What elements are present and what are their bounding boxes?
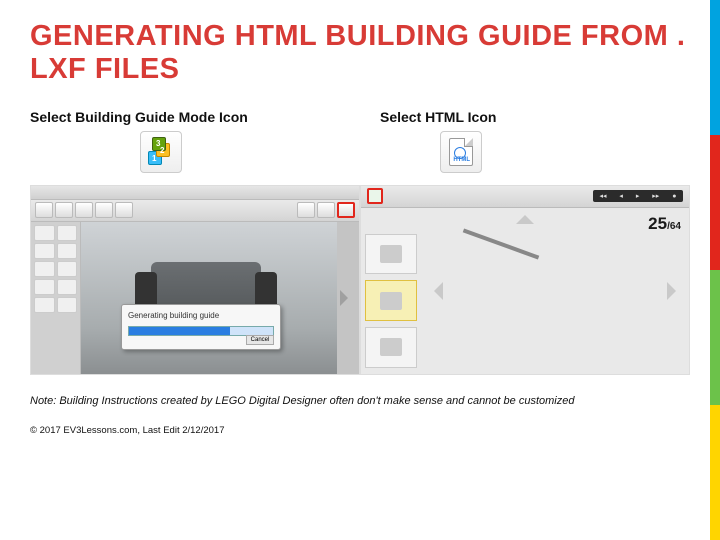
- tool-button[interactable]: [35, 202, 53, 218]
- prev-icon[interactable]: ◂: [619, 192, 623, 200]
- html-export-button[interactable]: [367, 188, 383, 204]
- building-guide-mode-button[interactable]: [337, 202, 355, 218]
- right-column: Select HTML Icon HTML: [380, 109, 690, 183]
- stripe-blue: [710, 0, 720, 135]
- record-icon[interactable]: ●: [672, 193, 676, 200]
- tool-button[interactable]: [115, 202, 133, 218]
- footnote: Note: Building Instructions created by L…: [30, 395, 690, 407]
- axle-icon: [463, 228, 540, 259]
- right-rail: [337, 222, 359, 374]
- titlebar: [31, 186, 359, 200]
- accent-stripe: [710, 0, 720, 540]
- stripe-yellow: [710, 405, 720, 540]
- screenshots-row: Generating building guide Cancel ◂◂ ◂ ▸: [30, 185, 690, 375]
- palette-item[interactable]: [57, 279, 78, 295]
- build-canvas[interactable]: Generating building guide Cancel: [81, 222, 337, 374]
- part-preview: [451, 228, 571, 308]
- ldd-body: Generating building guide Cancel: [31, 222, 359, 374]
- tool-button[interactable]: [95, 202, 113, 218]
- tool-button[interactable]: [317, 202, 335, 218]
- step-thumb-selected[interactable]: [365, 280, 417, 321]
- palette-item[interactable]: [34, 279, 55, 295]
- tool-button[interactable]: [75, 202, 93, 218]
- stacked-bricks-icon: 123: [146, 137, 176, 167]
- palette-item[interactable]: [34, 243, 55, 259]
- html-file-icon: HTML: [449, 138, 473, 166]
- palette-item[interactable]: [57, 261, 78, 277]
- page-title: GENERATING HTML BUILDING GUIDE FROM . LX…: [30, 20, 690, 87]
- palette-item[interactable]: [34, 297, 55, 313]
- screenshot-instructions: ◂◂ ◂ ▸ ▸▸ ● 25/64: [360, 185, 690, 375]
- parts-palette[interactable]: [31, 222, 81, 374]
- stripe-green: [710, 270, 720, 405]
- step-current: 25: [648, 214, 667, 233]
- step-thumb[interactable]: [365, 327, 417, 368]
- bi-main[interactable]: 25/64: [361, 208, 689, 374]
- bi-body: 25/64: [361, 208, 689, 374]
- palette-item[interactable]: [57, 243, 78, 259]
- toolbar: [31, 200, 359, 222]
- step-counter: 25/64: [648, 214, 681, 234]
- playback-controls: ◂◂ ◂ ▸ ▸▸ ●: [593, 190, 683, 202]
- dialog-text: Generating building guide: [128, 311, 274, 320]
- play-icon[interactable]: ▸: [636, 192, 640, 200]
- columns: Select Building Guide Mode Icon 123 Sele…: [30, 109, 690, 183]
- chevron-right-icon[interactable]: [340, 290, 356, 306]
- prev-step-icon[interactable]: [425, 282, 443, 300]
- rewind-icon[interactable]: ◂◂: [599, 192, 606, 200]
- next-step-icon[interactable]: [667, 282, 685, 300]
- slide: GENERATING HTML BUILDING GUIDE FROM . LX…: [0, 0, 720, 540]
- building-guide-mode-icon[interactable]: 123: [140, 131, 182, 173]
- stripe-red: [710, 135, 720, 270]
- right-column-heading: Select HTML Icon: [380, 109, 690, 125]
- palette-item[interactable]: [34, 261, 55, 277]
- tool-button[interactable]: [297, 202, 315, 218]
- screenshot-ldd: Generating building guide Cancel: [30, 185, 360, 375]
- copyright: © 2017 EV3Lessons.com, Last Edit 2/12/20…: [30, 425, 690, 436]
- left-column: Select Building Guide Mode Icon 123: [30, 109, 340, 183]
- step-total: /64: [667, 221, 681, 232]
- palette-item[interactable]: [34, 225, 55, 241]
- cancel-button[interactable]: Cancel: [246, 335, 274, 345]
- camera-up-icon[interactable]: [516, 206, 534, 224]
- ff-icon[interactable]: ▸▸: [652, 192, 659, 200]
- left-column-heading: Select Building Guide Mode Icon: [30, 109, 340, 125]
- step-thumb[interactable]: [365, 234, 417, 275]
- html-export-icon[interactable]: HTML: [440, 131, 482, 173]
- palette-item[interactable]: [57, 297, 78, 313]
- palette-item[interactable]: [57, 225, 78, 241]
- tool-button[interactable]: [55, 202, 73, 218]
- progress-dialog: Generating building guide Cancel: [121, 304, 281, 350]
- step-thumbnails: [365, 234, 425, 368]
- bi-toolbar: ◂◂ ◂ ▸ ▸▸ ●: [361, 186, 689, 208]
